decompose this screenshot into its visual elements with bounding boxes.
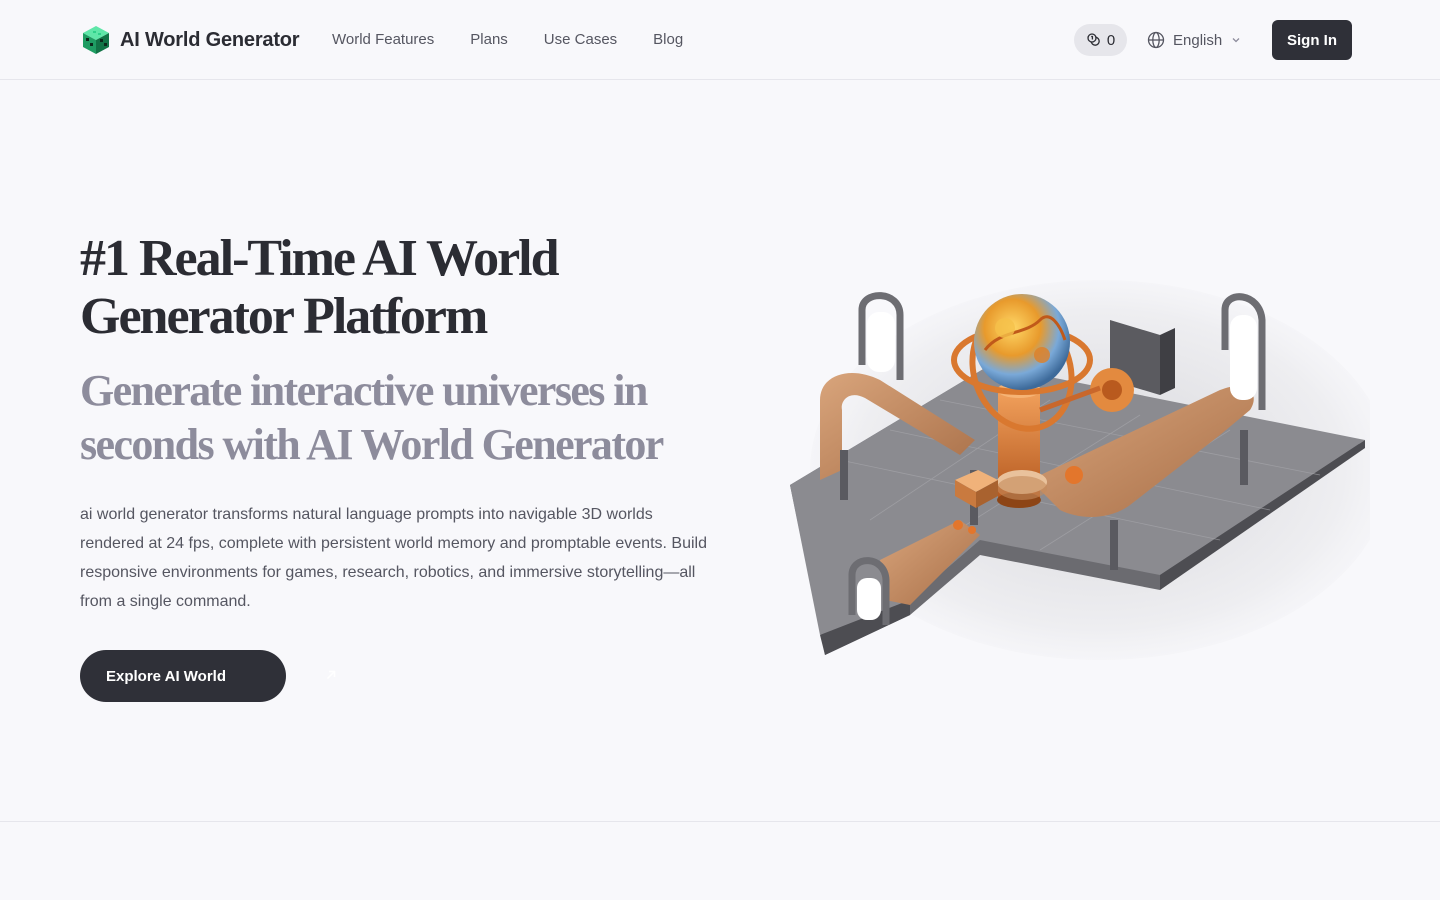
logo-text: AI World Generator [120, 28, 300, 51]
site-header: AI World Generator World Features Plans … [0, 0, 1440, 80]
hero-subtitle: Generate interactive universes in second… [80, 366, 664, 469]
logo[interactable]: AI World Generator [80, 22, 300, 58]
main-nav: World Features Plans Use Cases Blog [332, 28, 683, 52]
nav-use-cases[interactable]: Use Cases [544, 28, 617, 52]
nav-plans[interactable]: Plans [470, 28, 508, 52]
language-selector[interactable]: English [1147, 28, 1242, 52]
chevron-down-icon [1232, 38, 1240, 43]
green-cube-logo-icon [83, 26, 109, 54]
credits-badge[interactable]: 0 [1074, 24, 1127, 56]
arrow-up-right-icon [326, 670, 336, 680]
section-divider [0, 821, 1440, 822]
coins-icon [1087, 33, 1100, 46]
isometric-world-illustration [790, 280, 1370, 660]
nav-blog[interactable]: Blog [653, 28, 683, 52]
language-label: English [1173, 31, 1223, 49]
hero-title: #1 Real-Time AI World Generator Platform [80, 230, 560, 345]
credits-count: 0 [1106, 31, 1116, 49]
nav-world-features[interactable]: World Features [332, 28, 434, 52]
hero-description: ai world generator transforms natural la… [80, 506, 707, 610]
explore-ai-world-button[interactable]: Explore AI World [80, 650, 336, 702]
cta-label: Explore AI World [106, 667, 227, 685]
globe-icon [1147, 31, 1165, 49]
sign-in-button[interactable]: Sign In [1272, 20, 1352, 60]
